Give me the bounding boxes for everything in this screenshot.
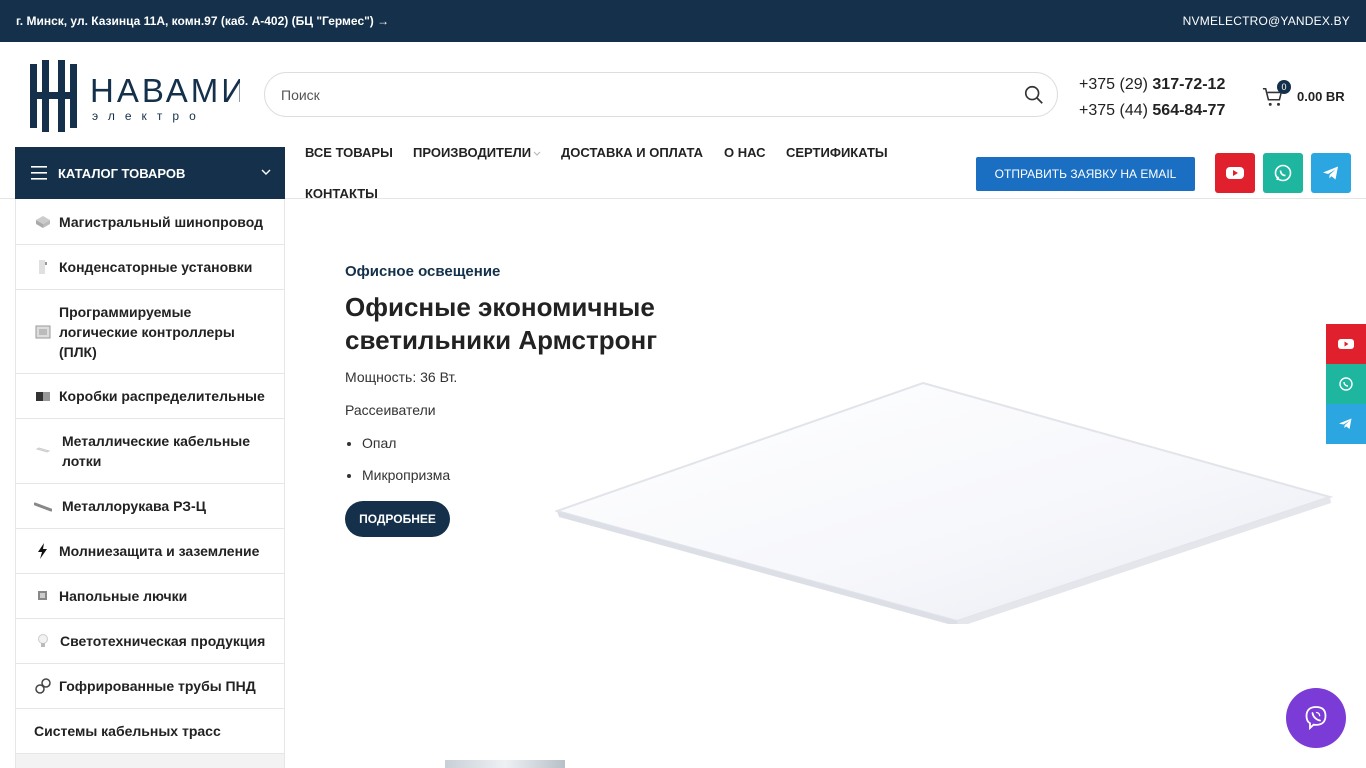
- nav-manufacturers[interactable]: ПРОИЗВОДИТЕЛИ: [413, 145, 541, 160]
- burger-menu-icon: [31, 166, 47, 180]
- logo-mark-icon: НАВАМИ электро: [30, 60, 245, 132]
- youtube-icon: [1226, 167, 1244, 179]
- category-item[interactable]: Молниезащита и заземление: [16, 529, 284, 574]
- send-email-request-button[interactable]: ОТПРАВИТЬ ЗАЯВКУ НА EMAIL: [976, 157, 1195, 191]
- nav-certificates[interactable]: СЕРТИФИКАТЫ: [786, 145, 888, 160]
- junction-box-icon: [36, 392, 50, 401]
- float-youtube-button[interactable]: [1326, 324, 1366, 364]
- address-link[interactable]: г. Минск, ул. Казинца 11А, комн.97 (каб.…: [16, 14, 389, 28]
- chevron-down-icon: [261, 169, 271, 175]
- category-item[interactable]: [16, 754, 284, 768]
- category-item[interactable]: Светотехническая продукция: [16, 619, 284, 664]
- cart-count-badge: 0: [1277, 80, 1291, 94]
- phone-2[interactable]: +375 (44) 564-84-77: [1079, 98, 1225, 124]
- metal-hose-icon: [34, 502, 52, 512]
- led-panel-image: [555, 381, 1334, 624]
- viber-icon: [1305, 706, 1327, 731]
- phone-block: +375 (29) 317-72-12 +375 (44) 564-84-77: [1079, 72, 1225, 124]
- corrugated-pipe-icon: [35, 678, 51, 694]
- list-item: Опал: [362, 434, 450, 453]
- catalog-label: КАТАЛОГ ТОВАРОВ: [58, 166, 186, 181]
- light-bulb-icon: [38, 634, 48, 647]
- list-item: Микропризма: [362, 466, 450, 485]
- search-input[interactable]: [281, 73, 1011, 116]
- viber-chat-button[interactable]: [1286, 688, 1346, 748]
- category-item[interactable]: Системы кабельных трасс: [16, 709, 284, 754]
- telegram-icon: [1323, 166, 1338, 180]
- telegram-icon: [1339, 418, 1352, 429]
- floor-box-icon: [38, 591, 47, 600]
- search-box: [264, 72, 1058, 117]
- youtube-icon: [1338, 339, 1354, 349]
- more-details-button[interactable]: ПОДРОБНЕЕ: [345, 501, 450, 537]
- header: НАВАМИ электро +375 (29) 317-72-12 +375 …: [0, 42, 1366, 147]
- slide-title: Офисные экономичные светильники Армстрон…: [345, 292, 658, 355]
- category-item[interactable]: Конденсаторные установки: [16, 245, 284, 290]
- plc-icon: [35, 325, 51, 339]
- category-item[interactable]: Металлические кабельные лотки: [16, 419, 284, 484]
- category-item[interactable]: Металлорукава РЗ-Ц: [16, 484, 284, 529]
- site-logo[interactable]: НАВАМИ электро: [30, 60, 245, 132]
- category-sidebar: Магистральный шинопровод Конденсаторные …: [15, 199, 285, 768]
- category-item[interactable]: Программируемые логические контроллеры (…: [16, 290, 284, 374]
- category-item[interactable]: Гофрированные трубы ПНД: [16, 664, 284, 709]
- busbar-icon: [36, 216, 50, 228]
- nav-delivery[interactable]: ДОСТАВКА И ОПЛАТА: [561, 145, 703, 160]
- category-item[interactable]: Магистральный шинопровод: [16, 199, 284, 245]
- youtube-button[interactable]: [1215, 153, 1255, 193]
- capacitor-unit-icon: [39, 260, 47, 274]
- category-item[interactable]: Коробки распределительные: [16, 374, 284, 419]
- nav-about[interactable]: О НАС: [724, 145, 766, 160]
- cart-total: 0.00 BR: [1297, 89, 1345, 104]
- category-item[interactable]: Напольные лючки: [16, 574, 284, 619]
- whatsapp-icon: [1274, 164, 1292, 182]
- diffuser-list: Опал Микропризма: [362, 434, 450, 498]
- logo-subtext: электро: [92, 109, 206, 123]
- chevron-down-icon: [533, 151, 541, 156]
- slide-category: Офисное освещение: [345, 263, 501, 280]
- main-nav: КАТАЛОГ ТОВАРОВ ВСЕ ТОВАРЫ ПРОИЗВОДИТЕЛИ…: [0, 145, 1366, 201]
- search-icon[interactable]: [1023, 84, 1045, 106]
- nav-all-products[interactable]: ВСЕ ТОВАРЫ: [305, 145, 393, 160]
- whatsapp-icon: [1339, 377, 1353, 391]
- catalog-toggle-button[interactable]: КАТАЛОГ ТОВАРОВ: [15, 147, 285, 199]
- whatsapp-button[interactable]: [1263, 153, 1303, 193]
- lightning-icon: [38, 543, 47, 559]
- cart-button[interactable]: 0 0.00 BR: [1262, 80, 1362, 110]
- email-link[interactable]: NVMELECTRO@YANDEX.BY: [1183, 14, 1350, 28]
- phone-1[interactable]: +375 (29) 317-72-12: [1079, 72, 1225, 98]
- top-bar: г. Минск, ул. Казинца 11А, комн.97 (каб.…: [0, 0, 1366, 42]
- hero-slider: Офисное освещение Офисные экономичные св…: [285, 199, 1366, 768]
- logo-text: НАВАМИ: [90, 72, 240, 109]
- slide-diffusers-label: Рассеиватели: [345, 402, 436, 418]
- cable-tray-icon: [35, 447, 51, 453]
- telegram-button[interactable]: [1311, 153, 1351, 193]
- slide-power: Мощность: 36 Вт.: [345, 369, 458, 385]
- float-whatsapp-button[interactable]: [1326, 364, 1366, 404]
- float-telegram-button[interactable]: [1326, 404, 1366, 444]
- product-thumbnail: [445, 760, 565, 768]
